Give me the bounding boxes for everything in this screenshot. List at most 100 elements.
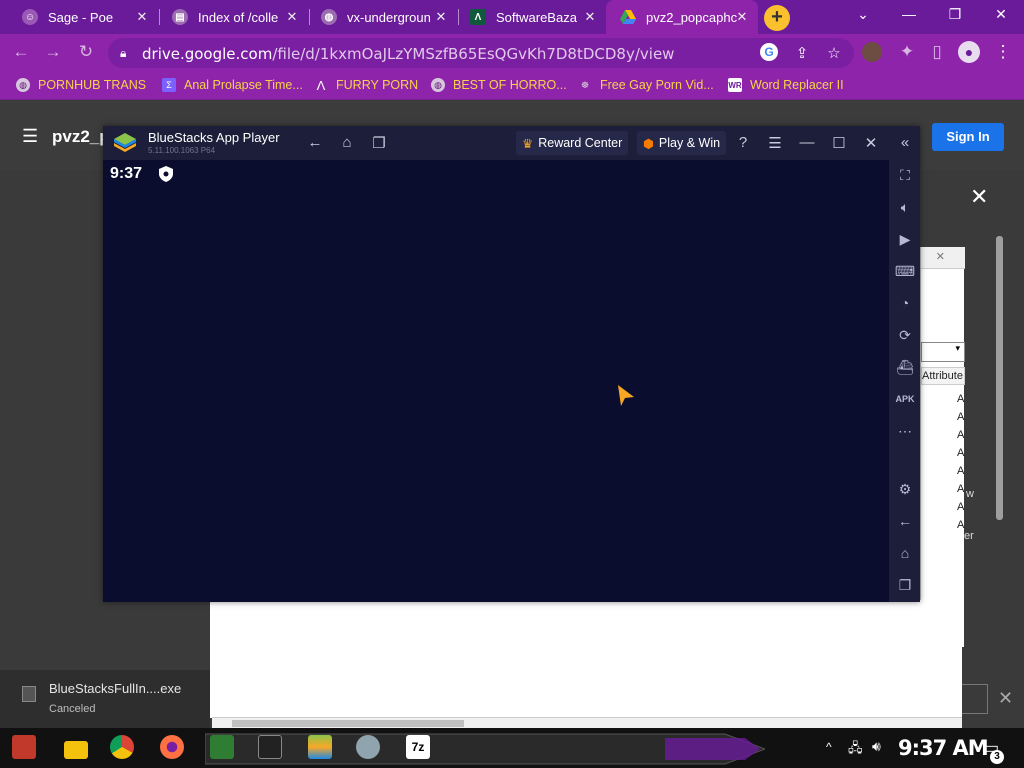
volume-icon[interactable]: 🔈︎ — [893, 196, 917, 218]
tab-pvz2-drive[interactable]: pvz2_popcaphc ✕ — [606, 0, 758, 34]
app-taskbar-icon[interactable] — [210, 735, 234, 759]
bs-close-icon[interactable]: ✕ — [861, 134, 881, 152]
windows-taskbar — [0, 728, 1024, 768]
fullscreen-icon[interactable]: ⛶ — [893, 164, 917, 186]
sidebar-recents-icon[interactable]: ❐ — [893, 574, 917, 596]
firefox-taskbar-icon[interactable] — [160, 735, 184, 759]
bs-recent-apps-icon[interactable]: ❐ — [369, 134, 389, 152]
tab-close-icon[interactable]: ✕ — [734, 9, 750, 25]
edge-text: er — [964, 530, 974, 542]
bookmark-free-gay-porn[interactable]: ☸ Free Gay Porn Vid... — [578, 78, 714, 92]
bookmark-furry[interactable]: Λ FURRY PORN — [314, 78, 419, 93]
google-translate-icon[interactable]: G — [760, 43, 778, 61]
side-panel-icon[interactable]: ▯ — [926, 42, 948, 62]
bs-home-icon[interactable]: ⌂ — [337, 134, 357, 151]
globe-icon: ◍ — [431, 78, 445, 92]
bookmark-pornhub-trans[interactable]: ◍ PORNHUB TRANS — [16, 78, 146, 92]
tab-close-icon[interactable]: ✕ — [284, 9, 300, 25]
bookmark-label: BEST OF HORRO... — [453, 78, 567, 92]
close-window-button[interactable]: ✕ — [990, 6, 1012, 23]
forward-icon[interactable]: → — [42, 42, 64, 62]
tab-search-dropdown-icon[interactable]: ⌄ — [852, 6, 874, 23]
panel-close-icon[interactable]: ✕ — [936, 250, 945, 263]
minimize-button[interactable]: — — [898, 6, 920, 22]
globe-icon: ◍ — [16, 78, 30, 92]
tab-close-icon[interactable]: ✕ — [134, 9, 150, 25]
bluestacks-taskbar-icon[interactable] — [308, 735, 332, 759]
reward-center-button[interactable]: ♛ Reward Center — [516, 131, 629, 155]
mouse-cursor-icon — [618, 385, 634, 406]
tab-index-of[interactable]: ▤ Index of /colle ✕ — [158, 0, 308, 34]
bluestacks-title-bar[interactable]: BlueStacks App Player 5.11.100.1063 P64 … — [103, 126, 920, 160]
macro-recorder-icon[interactable]: ◔ — [893, 292, 917, 314]
bookmark-anal-prolapse[interactable]: Σ Anal Prolapse Time... — [162, 78, 303, 92]
download-shelf-close-icon[interactable]: ✕ — [998, 688, 1013, 709]
bs-back-icon[interactable]: ← — [305, 134, 325, 151]
attribute-cell: A — [957, 483, 965, 495]
restore-button[interactable]: ❐ — [944, 6, 966, 23]
tab-sage-poe[interactable]: ☺ Sage - Poe ✕ — [8, 0, 158, 34]
sign-in-button[interactable]: Sign In — [932, 123, 1004, 151]
bookmark-best-of-horror[interactable]: ◍ BEST OF HORRO... — [431, 78, 567, 92]
profile-avatar-icon[interactable]: ● — [958, 41, 980, 63]
attribute-cell: A — [957, 429, 965, 441]
play-win-label: Play & Win — [658, 136, 721, 150]
file-explorer-icon[interactable] — [64, 741, 88, 759]
tab-close-icon[interactable]: ✕ — [582, 9, 598, 25]
paint-taskbar-icon[interactable] — [356, 735, 380, 759]
attribute-column-header[interactable]: Attribute — [921, 367, 965, 385]
install-apk-icon[interactable]: APK — [893, 388, 917, 410]
bs-maximize-icon[interactable]: ☐ — [829, 134, 849, 152]
bluestacks-app-name: BlueStacks App Player — [148, 130, 280, 145]
bookmark-icon: ☸ — [580, 79, 590, 90]
bs-minimize-icon[interactable]: — — [797, 134, 817, 151]
bookmark-word-replacer[interactable]: WR Word Replacer II — [728, 78, 844, 92]
share-icon[interactable]: ⇪ — [792, 44, 812, 62]
extensions-puzzle-icon[interactable]: ✦ — [896, 42, 918, 62]
drive-vertical-scrollbar[interactable] — [996, 236, 1003, 520]
terminal-taskbar-icon[interactable] — [258, 735, 282, 759]
omnibox[interactable]: 🔒︎ drive.google.com/file/d/1kxmOaJLzYMSz… — [108, 38, 854, 68]
bs-menu-icon[interactable]: ☰ — [765, 134, 785, 152]
7zip-taskbar-icon[interactable]: 7z — [406, 735, 430, 759]
reload-icon[interactable]: ↻ — [75, 42, 97, 62]
sidebar-home-icon[interactable]: ⌂ — [893, 542, 917, 564]
taskbar-clock[interactable]: 9:37 AM — [898, 736, 989, 760]
drive-close-icon[interactable]: ✕ — [970, 184, 988, 210]
android-screen[interactable]: 9:37 — [103, 160, 889, 602]
edge-text: w — [966, 488, 974, 500]
rotate-icon[interactable]: ⟳ — [893, 324, 917, 346]
tray-overflow-icon[interactable]: ^ — [826, 740, 832, 754]
scrollbar-thumb[interactable] — [232, 720, 464, 727]
settings-gear-icon[interactable]: ⚙ — [893, 478, 917, 500]
new-tab-button[interactable]: + — [764, 5, 790, 31]
panel-dropdown[interactable]: ▾ — [921, 342, 965, 362]
poe-icon: ☺ — [22, 9, 38, 25]
bookmarks-bar: ◍ PORNHUB TRANS Σ Anal Prolapse Time... ΛF… — [0, 72, 1024, 100]
help-icon[interactable]: ? — [733, 134, 753, 151]
network-icon[interactable]: 🖧︎ — [848, 739, 863, 761]
start-button-icon[interactable] — [12, 735, 36, 759]
chrome-taskbar-icon[interactable] — [110, 735, 134, 759]
bookmark-label: PORNHUB TRANS — [38, 78, 147, 92]
chrome-menu-icon[interactable]: ⋮ — [992, 42, 1014, 62]
tab-close-icon[interactable]: ✕ — [433, 9, 449, 25]
speaker-icon[interactable]: 🔊︎ — [872, 738, 881, 755]
keyboard-controls-icon[interactable]: ⌨ — [893, 260, 917, 282]
show-all-downloads-button[interactable] — [962, 684, 988, 714]
eco-mode-icon[interactable]: ⛴ — [893, 356, 917, 378]
back-icon[interactable]: ← — [10, 42, 32, 62]
lock-icon[interactable]: 🔒︎ — [120, 46, 126, 61]
tab-softwarebazar[interactable]: Λ SoftwareBaza ✕ — [456, 0, 606, 34]
media-manager-icon[interactable]: ▶ — [893, 228, 917, 250]
more-options-icon[interactable]: ⋯ — [893, 420, 917, 442]
extension-avatar-icon[interactable] — [862, 42, 882, 62]
bs-collapse-sidebar-icon[interactable]: « — [895, 134, 915, 151]
url-text[interactable]: drive.google.com/file/d/1kxmOaJLzYMSzfB6… — [142, 45, 674, 63]
browser-tab-strip: ☺ Sage - Poe ✕ ▤ Index of /colle ✕ ◍ vx-… — [0, 0, 1024, 34]
drive-file-list-icon[interactable]: ☰ — [22, 127, 42, 145]
sidebar-back-icon[interactable]: ← — [893, 510, 917, 532]
play-win-button[interactable]: ⬢ Play & Win — [637, 131, 727, 155]
bookmark-star-icon[interactable]: ☆ — [824, 44, 844, 62]
tab-vx-underground[interactable]: ◍ vx-undergroun ✕ — [307, 0, 457, 34]
